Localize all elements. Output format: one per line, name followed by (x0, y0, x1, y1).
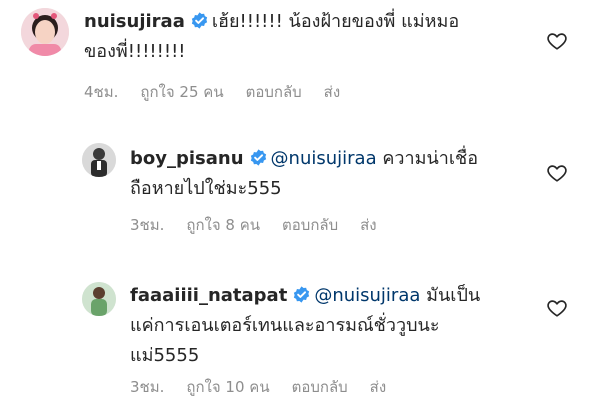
comment-line-2: ถือหายไปใช่มะ555 (130, 178, 282, 199)
avatar-image (82, 143, 116, 177)
heart-outline-icon[interactable] (546, 30, 568, 52)
mention-link[interactable]: @nuisujiraa (271, 148, 377, 169)
avatar-nuisujiraa[interactable] (21, 8, 69, 56)
likes-count[interactable]: ถูกใจ 25 คน (140, 83, 223, 101)
likes-count[interactable]: ถูกใจ 10 คน (186, 378, 269, 396)
verified-badge-icon (250, 149, 267, 166)
comment-body: เฮ้ย!!!!!! น้องฝ้ายของพี่ แม่หมอ (211, 11, 460, 32)
comment-line-1: boy_pisanu @nuisujiraa ความน่าเชื่อ (130, 144, 478, 174)
comment-meta: 4ชม. ถูกใจ 25 คน ตอบกลับ ส่ง (84, 80, 362, 104)
comment-line-1: faaaiiii_natapat @nuisujiraa มันเป็น (130, 281, 480, 311)
comment-line-2: ของพี่!!!!!!!! (84, 41, 186, 62)
verified-badge-icon (191, 12, 208, 29)
comment-meta: 3ชม. ถูกใจ 10 คน ตอบกลับ ส่ง (130, 375, 408, 399)
avatar-boy-pisanu[interactable] (82, 143, 116, 177)
comment-text: faaaiiii_natapat @nuisujiraa มันเป็น แค่ก… (130, 281, 480, 371)
comment-line-3: แม่5555 (130, 345, 200, 366)
comment-text: nuisujiraa เฮ้ย!!!!!! น้องฝ้ายของพี่ แม่ห… (84, 7, 459, 67)
avatar-image (21, 8, 69, 56)
heart-outline-icon[interactable] (546, 297, 568, 319)
comment-2: boy_pisanu @nuisujiraa ความน่าเชื่อ ถือหา… (0, 130, 600, 245)
timestamp: 3ชม. (130, 378, 165, 396)
avatar-faaaiiii-natapat[interactable] (82, 282, 116, 316)
reply-button[interactable]: ตอบกลับ (282, 216, 338, 234)
comment-body: มันเป็น (426, 285, 481, 306)
comment-1: nuisujiraa เฮ้ย!!!!!! น้องฝ้ายของพี่ แม่ห… (0, 0, 600, 110)
comment-meta: 3ชม. ถูกใจ 8 คน ตอบกลับ ส่ง (130, 213, 399, 237)
send-button[interactable]: ส่ง (360, 216, 376, 234)
mention-link[interactable]: @nuisujiraa (314, 285, 420, 306)
timestamp: 4ชม. (84, 83, 119, 101)
comment-line-1: nuisujiraa เฮ้ย!!!!!! น้องฝ้ายของพี่ แม่ห… (84, 7, 459, 37)
send-button[interactable]: ส่ง (324, 83, 340, 101)
reply-button[interactable]: ตอบกลับ (246, 83, 302, 101)
comment-3: faaaiiii_natapat @nuisujiraa มันเป็น แค่ก… (0, 270, 600, 402)
username[interactable]: nuisujiraa (84, 11, 185, 32)
send-button[interactable]: ส่ง (370, 378, 386, 396)
username[interactable]: faaaiiii_natapat (130, 285, 287, 306)
comment-text: boy_pisanu @nuisujiraa ความน่าเชื่อ ถือหา… (130, 144, 478, 204)
likes-count[interactable]: ถูกใจ 8 คน (186, 216, 260, 234)
heart-outline-icon[interactable] (546, 162, 568, 184)
comment-line-2: แค่การเอนเตอร์เทนและอารมณ์ชั่ววูบนะ (130, 315, 440, 336)
verified-badge-icon (293, 286, 310, 303)
reply-button[interactable]: ตอบกลับ (292, 378, 348, 396)
timestamp: 3ชม. (130, 216, 165, 234)
comment-body: ความน่าเชื่อ (382, 148, 479, 169)
username[interactable]: boy_pisanu (130, 148, 244, 169)
avatar-image (82, 282, 116, 316)
